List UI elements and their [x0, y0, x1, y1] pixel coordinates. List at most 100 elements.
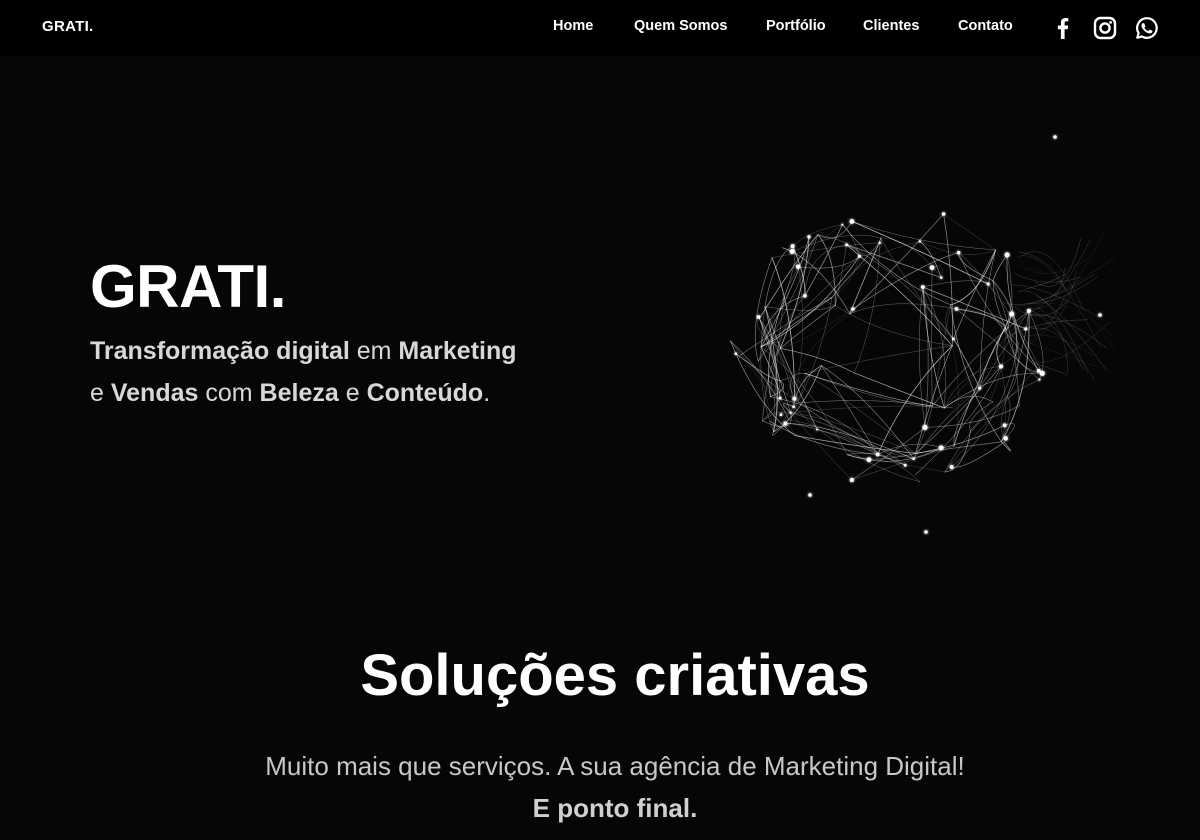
- nav-home[interactable]: Home: [553, 18, 593, 34]
- particle-node: [951, 337, 955, 341]
- particle-strand: [780, 313, 850, 415]
- particle-node: [912, 457, 916, 461]
- nav-clientes[interactable]: Clientes: [863, 18, 919, 34]
- particle-strand: [952, 338, 981, 389]
- particle-strand: [943, 213, 996, 251]
- particle-strand: [853, 372, 945, 409]
- particle-strand: [798, 402, 914, 459]
- particle-node: [866, 457, 872, 463]
- whatsapp-icon[interactable]: [1134, 15, 1160, 41]
- nav-contato[interactable]: Contato: [958, 18, 1013, 34]
- particle-strand: [1014, 273, 1081, 283]
- particle-node: [1053, 135, 1057, 139]
- particle-strand: [1016, 255, 1101, 349]
- particle-node: [940, 276, 943, 279]
- particle-node: [1026, 308, 1031, 313]
- site-logo[interactable]: GRATI.: [42, 18, 94, 35]
- particle-node: [807, 235, 811, 239]
- particle-strand: [791, 251, 851, 315]
- particle-strand: [834, 244, 847, 306]
- particle-node: [924, 530, 928, 534]
- particle-strand: [953, 249, 996, 340]
- tagline-text: e: [90, 379, 111, 407]
- particle-node: [849, 219, 855, 224]
- particle-node: [903, 463, 907, 467]
- particle-strand: [877, 345, 953, 455]
- particle-strand: [1018, 258, 1088, 274]
- section-subtitle: Muito mais que serviços. A sua agência d…: [15, 745, 1200, 829]
- particle-sphere-graphic: [730, 135, 1118, 534]
- particle-strand: [944, 430, 971, 473]
- tagline-text: em: [349, 337, 399, 365]
- particle-node: [941, 212, 946, 216]
- particle-strand: [958, 252, 994, 282]
- particle-node: [792, 405, 795, 409]
- particle-strand: [943, 213, 953, 347]
- particle-strand: [1019, 339, 1097, 367]
- particle-node: [845, 243, 849, 247]
- hero-tagline: Transformação digital em Marketing e Vend…: [90, 330, 610, 414]
- particle-strand: [915, 345, 953, 454]
- particle-node: [1039, 370, 1045, 376]
- particle-strand: [979, 327, 1006, 389]
- particle-strand: [842, 224, 860, 257]
- nav-quem-somos[interactable]: Quem Somos: [634, 18, 727, 34]
- particle-node: [956, 250, 961, 255]
- particle-node: [938, 445, 944, 451]
- particle-strand: [950, 249, 996, 306]
- particle-node: [954, 307, 959, 311]
- particle-node: [779, 413, 783, 417]
- particle-strand: [944, 407, 954, 409]
- particle-node: [875, 452, 880, 457]
- particle-strand: [1006, 313, 1019, 397]
- particle-strand: [804, 244, 847, 297]
- section-title: Soluções criativas: [360, 643, 870, 708]
- particle-node: [803, 293, 807, 298]
- particle-node: [918, 240, 922, 243]
- particle-node: [849, 477, 855, 483]
- particle-node: [841, 223, 844, 226]
- hero-title: GRATI.: [90, 253, 286, 320]
- particle-strand: [817, 234, 836, 306]
- particle-strand: [846, 447, 942, 462]
- particle-strand: [1029, 321, 1110, 363]
- particle-strand: [793, 365, 822, 408]
- particle-strand: [790, 412, 906, 466]
- particle-node: [783, 421, 788, 426]
- particle-strand: [783, 224, 843, 299]
- particle-node: [878, 241, 881, 244]
- particle-node: [1003, 436, 1008, 441]
- particle-strand: [804, 373, 945, 409]
- particle-node: [816, 428, 819, 431]
- particle-node: [808, 493, 812, 497]
- facebook-icon[interactable]: [1050, 15, 1076, 41]
- particle-node: [1024, 327, 1028, 331]
- particle-strand: [931, 267, 933, 407]
- particle-strand: [849, 303, 957, 315]
- particle-strand: [955, 308, 1007, 329]
- particle-strand: [785, 423, 879, 455]
- particle-strand: [992, 280, 1006, 328]
- tagline-highlight-vendas: Vendas: [110, 379, 199, 407]
- particle-strand: [846, 244, 953, 347]
- particle-node: [1098, 313, 1102, 317]
- particle-node: [949, 465, 954, 469]
- particle-node: [1038, 378, 1041, 381]
- particle-strand: [804, 224, 843, 297]
- particle-node: [778, 396, 782, 400]
- particle-node: [756, 315, 761, 319]
- instagram-icon[interactable]: [1092, 15, 1118, 41]
- particle-strand: [995, 249, 1014, 315]
- nav-portfolio[interactable]: Portfólio: [766, 18, 826, 34]
- particle-strand: [770, 396, 878, 455]
- tagline-text: .: [483, 379, 491, 407]
- particle-node: [998, 364, 1004, 369]
- particle-node: [1036, 368, 1041, 373]
- particle-strand: [835, 305, 953, 346]
- particle-node: [790, 244, 795, 249]
- particle-node: [795, 264, 801, 269]
- particle-node: [978, 386, 982, 390]
- tagline-highlight-marketing: Marketing: [398, 337, 517, 365]
- particle-node: [920, 285, 925, 289]
- particle-strand: [944, 379, 1040, 473]
